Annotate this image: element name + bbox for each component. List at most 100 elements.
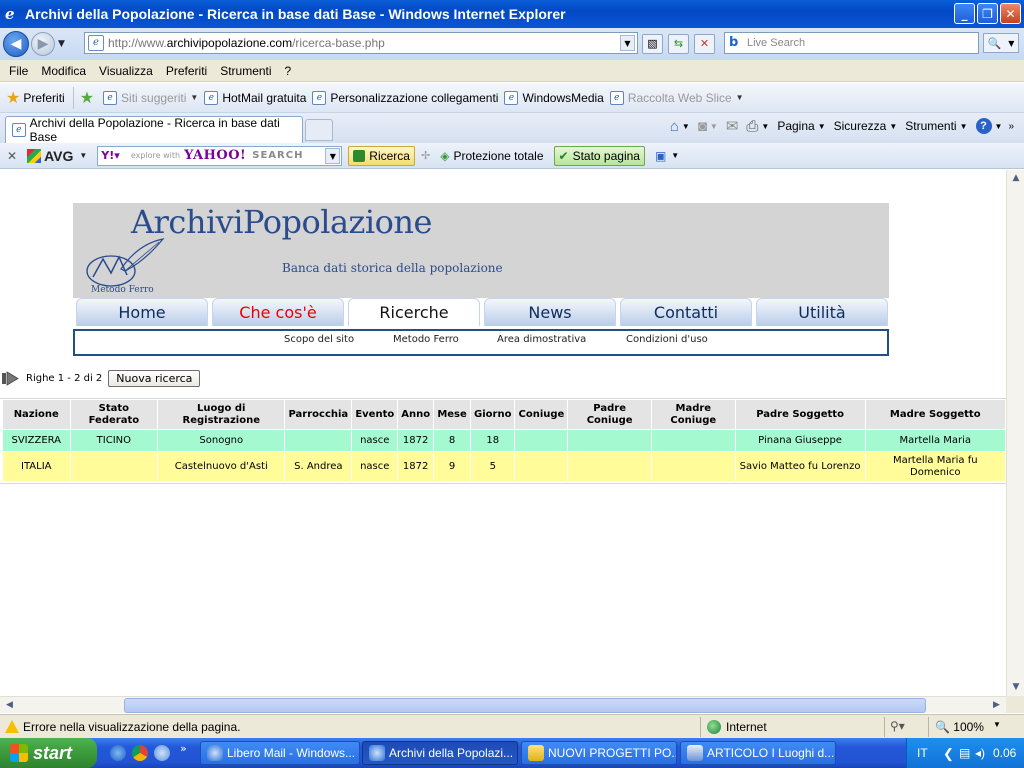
zoom-dropdown-icon[interactable]: ▼ bbox=[993, 720, 1001, 729]
column-header[interactable]: Parrocchia bbox=[284, 399, 353, 430]
favorites-button[interactable]: ★ Preferiti bbox=[6, 88, 65, 108]
language-indicator[interactable]: IT bbox=[917, 746, 928, 760]
start-button[interactable]: start bbox=[0, 738, 97, 768]
minimize-button[interactable]: _ bbox=[954, 3, 975, 24]
taskbar-item-libero[interactable]: Libero Mail - Windows... bbox=[200, 741, 360, 765]
column-header[interactable]: Padre Soggetto bbox=[734, 399, 866, 430]
avg-logo[interactable]: AVG ▼ bbox=[27, 148, 87, 164]
ie-quicklaunch-icon[interactable] bbox=[110, 745, 126, 761]
address-bar[interactable]: e http://www.archivipopolazione.com/rice… bbox=[84, 32, 638, 54]
new-tab-button[interactable] bbox=[305, 119, 333, 141]
nav-news[interactable]: News bbox=[484, 298, 616, 326]
history-dropdown-icon[interactable]: ▼ bbox=[58, 39, 65, 49]
ie-alt-quicklaunch-icon[interactable] bbox=[154, 745, 170, 761]
avg-extra-button[interactable]: ▣ ▼ bbox=[651, 146, 683, 166]
column-header[interactable]: Padre Coniuge bbox=[567, 399, 652, 430]
nav-home[interactable]: Home bbox=[76, 298, 208, 326]
menu-help[interactable]: ? bbox=[285, 64, 292, 78]
new-search-button[interactable]: Nuova ricerca bbox=[108, 369, 201, 387]
close-toolbar-icon[interactable]: ✕ bbox=[7, 149, 17, 163]
close-button[interactable]: ✕ bbox=[1000, 3, 1021, 24]
nav-utilita[interactable]: Utilità bbox=[756, 298, 888, 326]
feeds-button[interactable]: ◙ ▼ bbox=[698, 118, 718, 135]
print-button[interactable]: ⎙ ▼ bbox=[746, 118, 769, 135]
speaker-icon[interactable]: ◂) bbox=[975, 746, 985, 760]
compatibility-icon[interactable]: ▧ bbox=[642, 34, 663, 54]
column-header[interactable]: Evento bbox=[351, 399, 399, 430]
yahoo-search-input[interactable]: Y!▾ explore with YAHOO! SEARCH ▼ bbox=[97, 145, 343, 166]
column-header[interactable]: Giorno bbox=[470, 399, 516, 430]
subnav-condizioni[interactable]: Condizioni d'uso bbox=[626, 334, 708, 345]
protected-mode-icon[interactable]: ⚲▾ bbox=[890, 719, 905, 733]
taskbar-item-nuovi-progetti[interactable]: NUOVI PROGETTI PO... bbox=[521, 741, 677, 765]
nav-ricerche[interactable]: Ricerche bbox=[348, 298, 480, 326]
search-go-button[interactable]: 🔍 ▼ bbox=[983, 33, 1019, 53]
zoom-level[interactable]: 🔍 100% bbox=[935, 720, 984, 734]
menu-file[interactable]: File bbox=[9, 64, 28, 78]
favorite-hotmail[interactable]: e HotMail gratuita bbox=[204, 90, 306, 105]
column-header[interactable]: Coniuge bbox=[514, 399, 569, 430]
scroll-down-icon[interactable]: ▼ bbox=[1008, 679, 1024, 696]
more-chevron-icon[interactable]: » bbox=[180, 742, 187, 755]
favorite-windowsmedia[interactable]: e WindowsMedia bbox=[504, 90, 604, 105]
favorite-siti-suggeriti[interactable]: e Siti suggeriti ▼ bbox=[103, 90, 198, 105]
table-row[interactable]: ITALIA Castelnuovo d'Asti S. Andrea nasc… bbox=[2, 451, 1006, 482]
column-header[interactable]: Anno bbox=[397, 399, 435, 430]
security-zone[interactable]: Internet bbox=[707, 720, 767, 734]
status-message[interactable]: Errore nella visualizzazione della pagin… bbox=[23, 720, 240, 734]
taskbar-item-articolo[interactable]: ARTICOLO I Luoghi d... bbox=[680, 741, 836, 765]
favorite-personalizzazione[interactable]: e Personalizzazione collegamenti bbox=[312, 90, 498, 105]
taskbar-item-archivi[interactable]: Archivi della Popolazi... bbox=[362, 741, 518, 765]
url-text[interactable]: http://www.archivipopolazione.com/ricerc… bbox=[108, 36, 385, 50]
nav-contatti[interactable]: Contatti bbox=[620, 298, 752, 326]
scroll-up-icon[interactable]: ▲ bbox=[1008, 170, 1024, 187]
column-header[interactable]: Madre Soggetto bbox=[864, 399, 1006, 430]
subnav-scopo[interactable]: Scopo del sito bbox=[284, 334, 354, 345]
sicurezza-menu[interactable]: Sicurezza ▼ bbox=[834, 119, 898, 133]
stato-pagina-button[interactable]: ✔ Stato pagina bbox=[553, 145, 645, 166]
menu-preferiti[interactable]: Preferiti bbox=[166, 64, 207, 78]
chrome-quicklaunch-icon[interactable] bbox=[132, 745, 148, 761]
vertical-scrollbar[interactable]: ▲ ▼ bbox=[1006, 170, 1024, 696]
column-header[interactable]: Luogo di Registrazione bbox=[157, 399, 286, 430]
subnav-area[interactable]: Area dimostrativa bbox=[497, 334, 586, 345]
address-dropdown-icon[interactable]: ▼ bbox=[620, 35, 635, 51]
clock[interactable]: 0.06 bbox=[993, 746, 1016, 760]
search-dropdown-icon[interactable]: ▼ bbox=[325, 147, 341, 164]
protezione-button[interactable]: ◈ Protezione totale bbox=[436, 146, 547, 166]
mail-button[interactable]: ✉ bbox=[726, 117, 739, 135]
tray-collapse-icon[interactable]: ❮ bbox=[943, 746, 954, 762]
help-menu[interactable]: ? ▼ bbox=[975, 118, 1002, 134]
strumenti-menu[interactable]: Strumenti ▼ bbox=[905, 119, 967, 133]
network-icon[interactable]: ▤ bbox=[959, 746, 970, 760]
site-name[interactable]: ArchiviPopolazione bbox=[131, 203, 432, 241]
home-button[interactable]: ⌂ ▼ bbox=[670, 118, 690, 135]
horizontal-scrollbar[interactable]: ◀ ▶ bbox=[0, 696, 1006, 713]
column-header[interactable]: Stato Federato bbox=[69, 399, 159, 430]
column-header[interactable]: Madre Coniuge bbox=[650, 399, 736, 430]
column-header[interactable]: Mese bbox=[433, 399, 472, 430]
search-dropdown-icon[interactable]: ▼ bbox=[1008, 39, 1014, 48]
stop-icon[interactable]: ✕ bbox=[694, 34, 715, 54]
more-chevron-icon[interactable]: » bbox=[1008, 121, 1014, 132]
menu-modifica[interactable]: Modifica bbox=[41, 64, 86, 78]
column-header[interactable]: Nazione bbox=[2, 399, 71, 430]
forward-button[interactable]: ▶ bbox=[31, 32, 55, 56]
restore-button[interactable]: ❐ bbox=[977, 3, 998, 24]
warning-icon[interactable] bbox=[5, 720, 19, 733]
scroll-left-icon[interactable]: ◀ bbox=[1, 697, 18, 714]
pagina-menu[interactable]: Pagina ▼ bbox=[777, 119, 825, 133]
nav-che-cose[interactable]: Che cos'è bbox=[212, 298, 344, 326]
tab-archivi[interactable]: e Archivi della Popolazione - Ricerca in… bbox=[5, 116, 303, 144]
subnav-metodo[interactable]: Metodo Ferro bbox=[393, 334, 459, 345]
scroll-thumb[interactable] bbox=[124, 698, 926, 713]
favorite-web-slice[interactable]: e Raccolta Web Slice ▼ bbox=[609, 90, 744, 105]
add-favorite-button[interactable]: ★ bbox=[80, 88, 97, 108]
scroll-right-icon[interactable]: ▶ bbox=[988, 697, 1005, 714]
ricerca-button[interactable]: Ricerca bbox=[348, 145, 415, 166]
table-row[interactable]: SVIZZERA TICINO Sonogno nasce 1872 8 18 … bbox=[2, 429, 1006, 452]
refresh-icon[interactable]: ⇆ bbox=[668, 34, 689, 54]
menu-visualizza[interactable]: Visualizza bbox=[99, 64, 153, 78]
live-search-input[interactable]: b Live Search bbox=[724, 32, 979, 54]
menu-strumenti[interactable]: Strumenti bbox=[220, 64, 271, 78]
